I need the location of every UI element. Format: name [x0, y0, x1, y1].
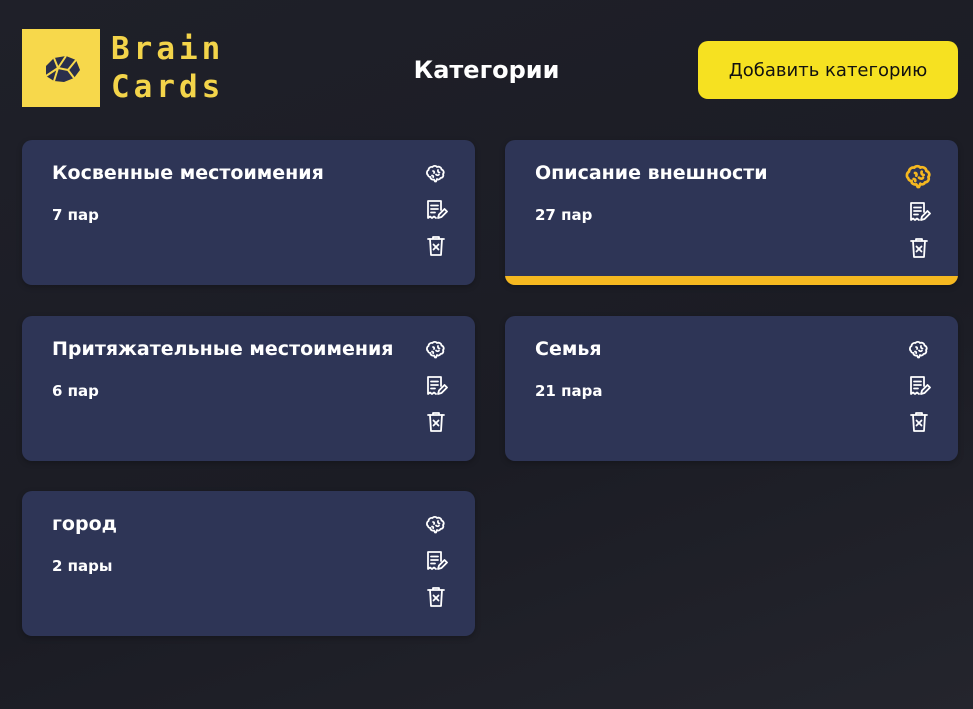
- category-card[interactable]: город 2 пары: [22, 491, 475, 636]
- edit-icon[interactable]: [422, 196, 450, 224]
- category-count: 2 пары: [52, 557, 113, 575]
- app-header: Brain Cards Категории Добавить категорию: [0, 0, 973, 130]
- card-actions: [421, 336, 451, 444]
- card-actions: [421, 160, 451, 268]
- category-title: город: [52, 513, 117, 535]
- category-card[interactable]: Косвенные местоимения 7 пар: [22, 140, 475, 285]
- category-count: 6 пар: [52, 382, 99, 400]
- trash-icon[interactable]: [905, 408, 933, 436]
- category-card[interactable]: Семья 21 пара: [505, 316, 958, 461]
- edit-icon[interactable]: [905, 372, 933, 400]
- brain-icon[interactable]: [422, 336, 450, 364]
- card-actions: [904, 160, 934, 270]
- category-card[interactable]: Притяжательные местоимения 6 пар: [22, 316, 475, 461]
- brain-icon[interactable]: [905, 336, 933, 364]
- active-indicator-bar: [505, 276, 958, 285]
- edit-icon[interactable]: [905, 198, 933, 226]
- trash-icon[interactable]: [422, 583, 450, 611]
- edit-icon[interactable]: [422, 547, 450, 575]
- category-title: Косвенные местоимения: [52, 162, 324, 184]
- brain-icon[interactable]: [422, 160, 450, 188]
- edit-icon[interactable]: [422, 372, 450, 400]
- trash-icon[interactable]: [422, 408, 450, 436]
- trash-icon[interactable]: [905, 234, 933, 262]
- add-category-button[interactable]: Добавить категорию: [698, 41, 958, 99]
- category-count: 21 пара: [535, 382, 603, 400]
- category-title: Семья: [535, 338, 602, 360]
- category-count: 27 пар: [535, 206, 593, 224]
- category-card-active[interactable]: Описание внешности 27 пар: [505, 140, 958, 285]
- brain-icon[interactable]: [902, 160, 936, 194]
- card-actions: [904, 336, 934, 444]
- brain-icon[interactable]: [422, 511, 450, 539]
- trash-icon[interactable]: [422, 232, 450, 260]
- category-title: Описание внешности: [535, 162, 768, 184]
- card-actions: [421, 511, 451, 619]
- category-count: 7 пар: [52, 206, 99, 224]
- category-title: Притяжательные местоимения: [52, 338, 394, 360]
